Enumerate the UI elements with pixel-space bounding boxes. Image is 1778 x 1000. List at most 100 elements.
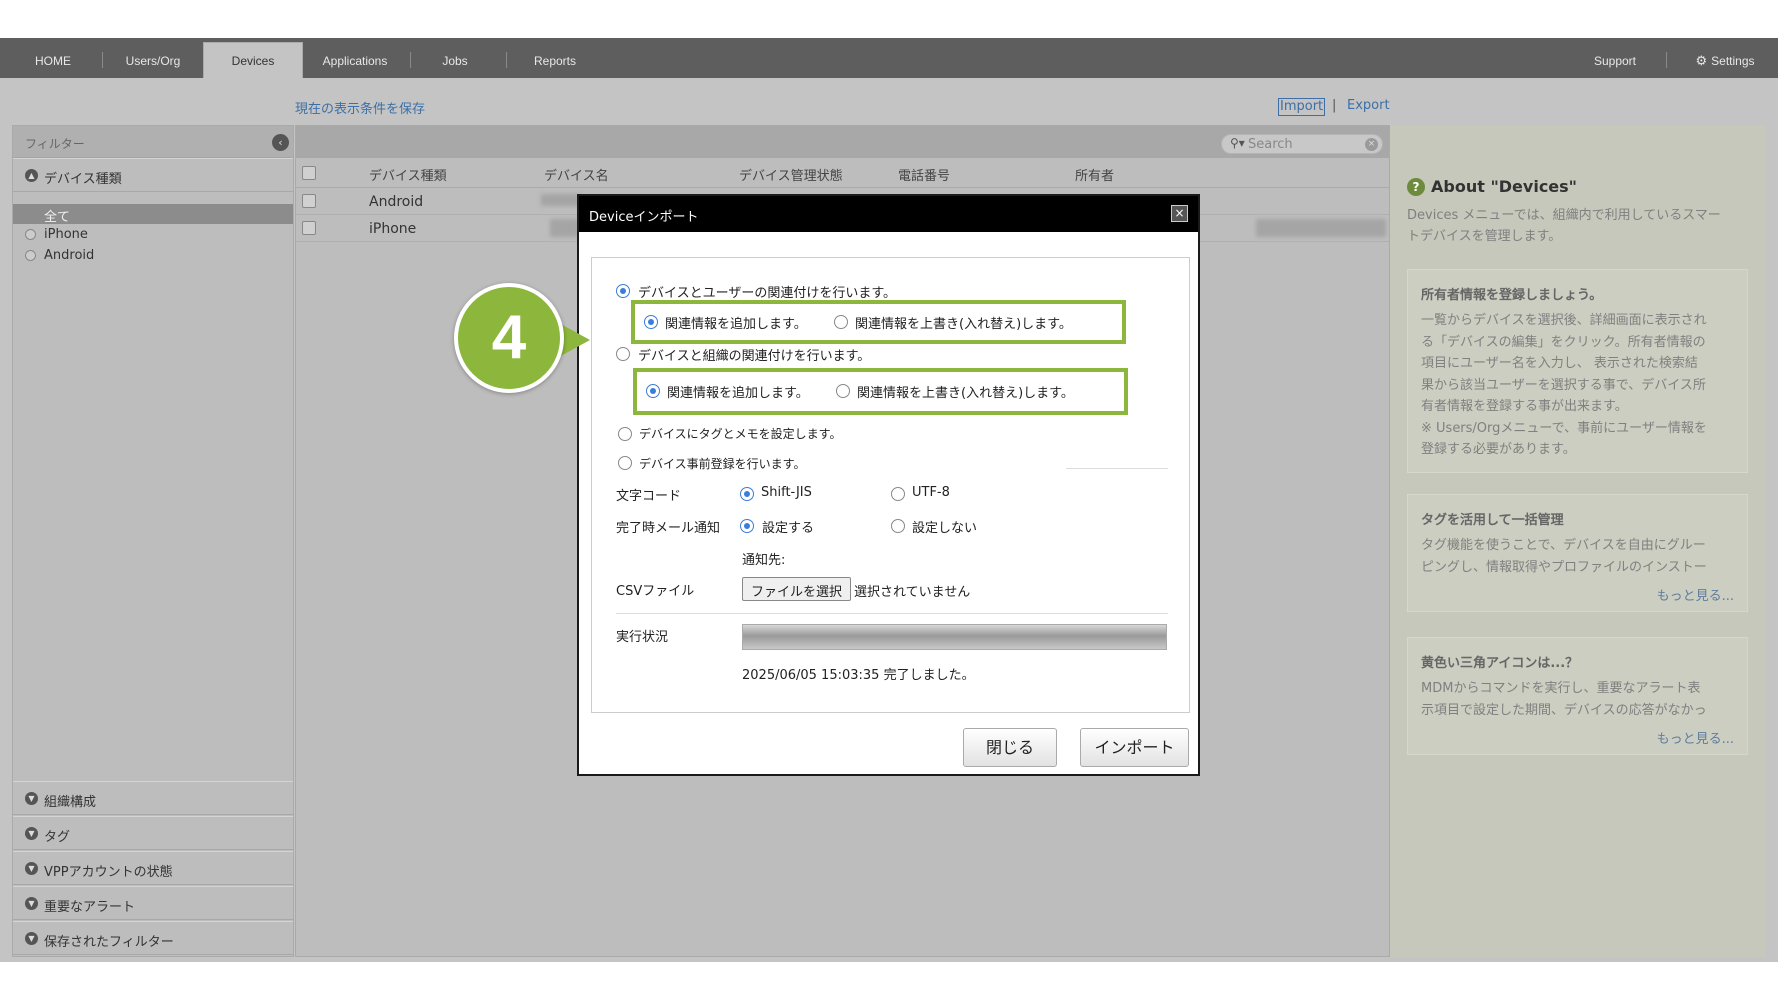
filter-section-label: VPPアカウントの状態	[44, 865, 173, 880]
nav-separator	[102, 52, 103, 68]
option-label: デバイスと組織の関連付けを行います。	[638, 349, 871, 364]
clear-icon[interactable]: ×	[1365, 138, 1378, 151]
table-header: デバイス種類 デバイス名 デバイス管理状態 電話番号 所有者	[296, 158, 1389, 188]
option-label: デバイスとユーザーの関連付けを行います。	[638, 286, 897, 301]
option-label: 関連情報を上書き(入れ替え)します。	[857, 386, 1074, 401]
filter-device-type[interactable]: ▲ デバイス種類	[13, 158, 293, 192]
device-type-cell: Android	[369, 194, 424, 210]
nav-separator	[506, 52, 507, 68]
filter-alerts[interactable]: ▼ 重要なアラート	[13, 886, 293, 920]
nav-separator	[1666, 52, 1667, 68]
filter-title: フィルター	[25, 137, 85, 151]
filter-vpp-status[interactable]: ▼ VPPアカウントの状態	[13, 851, 293, 885]
device-type-cell: iPhone	[369, 221, 417, 237]
chevron-down-icon: ▼	[25, 932, 38, 945]
choose-file-button[interactable]: ファイルを選択	[742, 577, 852, 601]
column-header[interactable]: 所有者	[1075, 165, 1114, 184]
filter-option-all[interactable]: 全て	[13, 204, 293, 225]
radio-icon	[25, 229, 36, 240]
nav-settings[interactable]: ⚙ Settings	[1680, 38, 1770, 78]
column-header[interactable]: デバイス管理状態	[739, 165, 843, 184]
row-checkbox[interactable]	[302, 221, 316, 235]
import-button[interactable]: インポート	[1080, 728, 1189, 767]
more-link[interactable]: もっと見る...	[1657, 585, 1734, 604]
radio-org-association[interactable]	[616, 347, 630, 361]
card-line: る「デバイスの編集」をクリック。所有者情報の	[1421, 334, 1706, 350]
filter-option-label: 全て	[44, 210, 71, 225]
radio-org-add[interactable]	[646, 384, 660, 398]
dialog-title: Deviceインポート	[589, 210, 699, 225]
about-intro-line: Devices メニューでは、組織内で利用しているスマー	[1407, 208, 1721, 223]
filter-option-label: iPhone	[44, 227, 88, 242]
search-icon: ⚲▾	[1230, 136, 1245, 150]
option-label: 関連情報を上書き(入れ替え)します。	[855, 317, 1072, 332]
about-title: About "Devices"	[1431, 177, 1578, 196]
search-input[interactable]: ⚲▾ Search ×	[1221, 134, 1383, 154]
redacted-device-name	[550, 219, 580, 237]
card-line: 果から該当ユーザーを選択する事で、デバイス所	[1421, 377, 1706, 393]
radio-tag-memo[interactable]	[618, 427, 632, 441]
card-line: 一覧からデバイスを選択後、詳細画面に表示され	[1421, 313, 1707, 328]
filter-organization[interactable]: ▼ 組織構成	[13, 781, 293, 815]
csv-file-label: CSVファイル	[616, 584, 695, 599]
nav-separator	[410, 52, 411, 68]
import-link[interactable]: Import	[1278, 98, 1326, 116]
close-icon[interactable]: ×	[1171, 205, 1188, 222]
filter-saved[interactable]: ▼ 保存されたフィルター	[13, 921, 293, 955]
info-card-tag: タグを活用して一括管理 タグ機能を使うことで、デバイスを自由にグルー ピングし、…	[1407, 494, 1748, 612]
list-toolbar: ⚲▾ Search ×	[296, 126, 1389, 158]
card-line: ピングし、情報取得やプロファイルのインストー	[1421, 559, 1707, 575]
option-label: デバイス事前登録を行います。	[639, 457, 806, 471]
status-label: 実行状況	[616, 630, 669, 645]
radio-preregister[interactable]	[618, 456, 632, 470]
nav-home[interactable]: HOME	[18, 38, 88, 78]
nav-support[interactable]: Support	[1580, 38, 1650, 78]
nav-jobs[interactable]: Jobs	[425, 38, 485, 78]
radio-mail-off[interactable]	[891, 519, 905, 533]
option-label: デバイスにタグとメモを設定します。	[639, 427, 842, 441]
export-link[interactable]: Export	[1347, 98, 1390, 113]
card-line: 有者情報を登録する事が出来ます。	[1421, 399, 1628, 414]
option-label: 設定しない	[912, 521, 978, 536]
radio-org-overwrite[interactable]	[836, 384, 850, 398]
nav-users-org[interactable]: Users/Org	[108, 38, 198, 78]
save-filter-link[interactable]: 現在の表示条件を保存	[295, 98, 425, 117]
status-message: 2025/06/05 15:03:35 完了しました。	[742, 668, 975, 683]
column-header[interactable]: 電話番号	[898, 165, 950, 184]
card-line: 登録する必要があります。	[1421, 442, 1576, 457]
radio-utf8[interactable]	[891, 487, 905, 501]
settings-label: Settings	[1711, 54, 1755, 68]
filter-option-label: Android	[44, 248, 95, 263]
filter-header: フィルター ‹	[13, 126, 293, 158]
device-import-dialog: Deviceインポート × デバイスとユーザーの関連付けを行います。 関連情報を…	[577, 194, 1200, 776]
radio-user-add[interactable]	[644, 315, 658, 329]
filter-option-iphone[interactable]: iPhone	[13, 225, 293, 245]
info-card-alert: 黄色い三角アイコンは...？ MDMからコマンドを実行し、重要なアラート表 示項…	[1407, 637, 1748, 755]
column-header[interactable]: デバイス名	[544, 165, 609, 184]
nav-devices[interactable]: Devices	[203, 42, 303, 78]
nav-applications[interactable]: Applications	[310, 38, 400, 78]
row-checkbox[interactable]	[302, 194, 316, 208]
filter-option-android[interactable]: Android	[13, 246, 293, 266]
collapse-icon[interactable]: ‹	[272, 134, 289, 151]
mail-notify-label: 完了時メール通知	[616, 521, 721, 536]
about-intro-line: トデバイスを管理します。	[1407, 229, 1562, 244]
more-link[interactable]: もっと見る...	[1657, 728, 1734, 747]
step-number: 4	[491, 303, 527, 372]
radio-user-association[interactable]	[616, 284, 630, 298]
chevron-down-icon: ▼	[25, 862, 38, 875]
progress-bar	[742, 624, 1167, 650]
option-label: Shift-JIS	[761, 485, 812, 500]
nav-reports[interactable]: Reports	[520, 38, 590, 78]
radio-shift-jis[interactable]	[740, 487, 754, 501]
close-button[interactable]: 閉じる	[963, 728, 1057, 767]
top-nav: HOME Users/Org Devices Applications Jobs…	[0, 38, 1778, 78]
option-label: UTF-8	[912, 485, 950, 500]
filter-tag[interactable]: ▼ タグ	[13, 816, 293, 850]
card-line: MDMからコマンドを実行し、重要なアラート表	[1421, 681, 1701, 696]
card-body: 一覧からデバイスを選択後、詳細画面に表示され る「デバイスの編集」をクリック。所…	[1421, 310, 1741, 461]
radio-user-overwrite[interactable]	[834, 315, 848, 329]
radio-mail-on[interactable]	[740, 519, 754, 533]
select-all-checkbox[interactable]	[302, 166, 316, 180]
column-header[interactable]: デバイス種類	[369, 165, 447, 184]
